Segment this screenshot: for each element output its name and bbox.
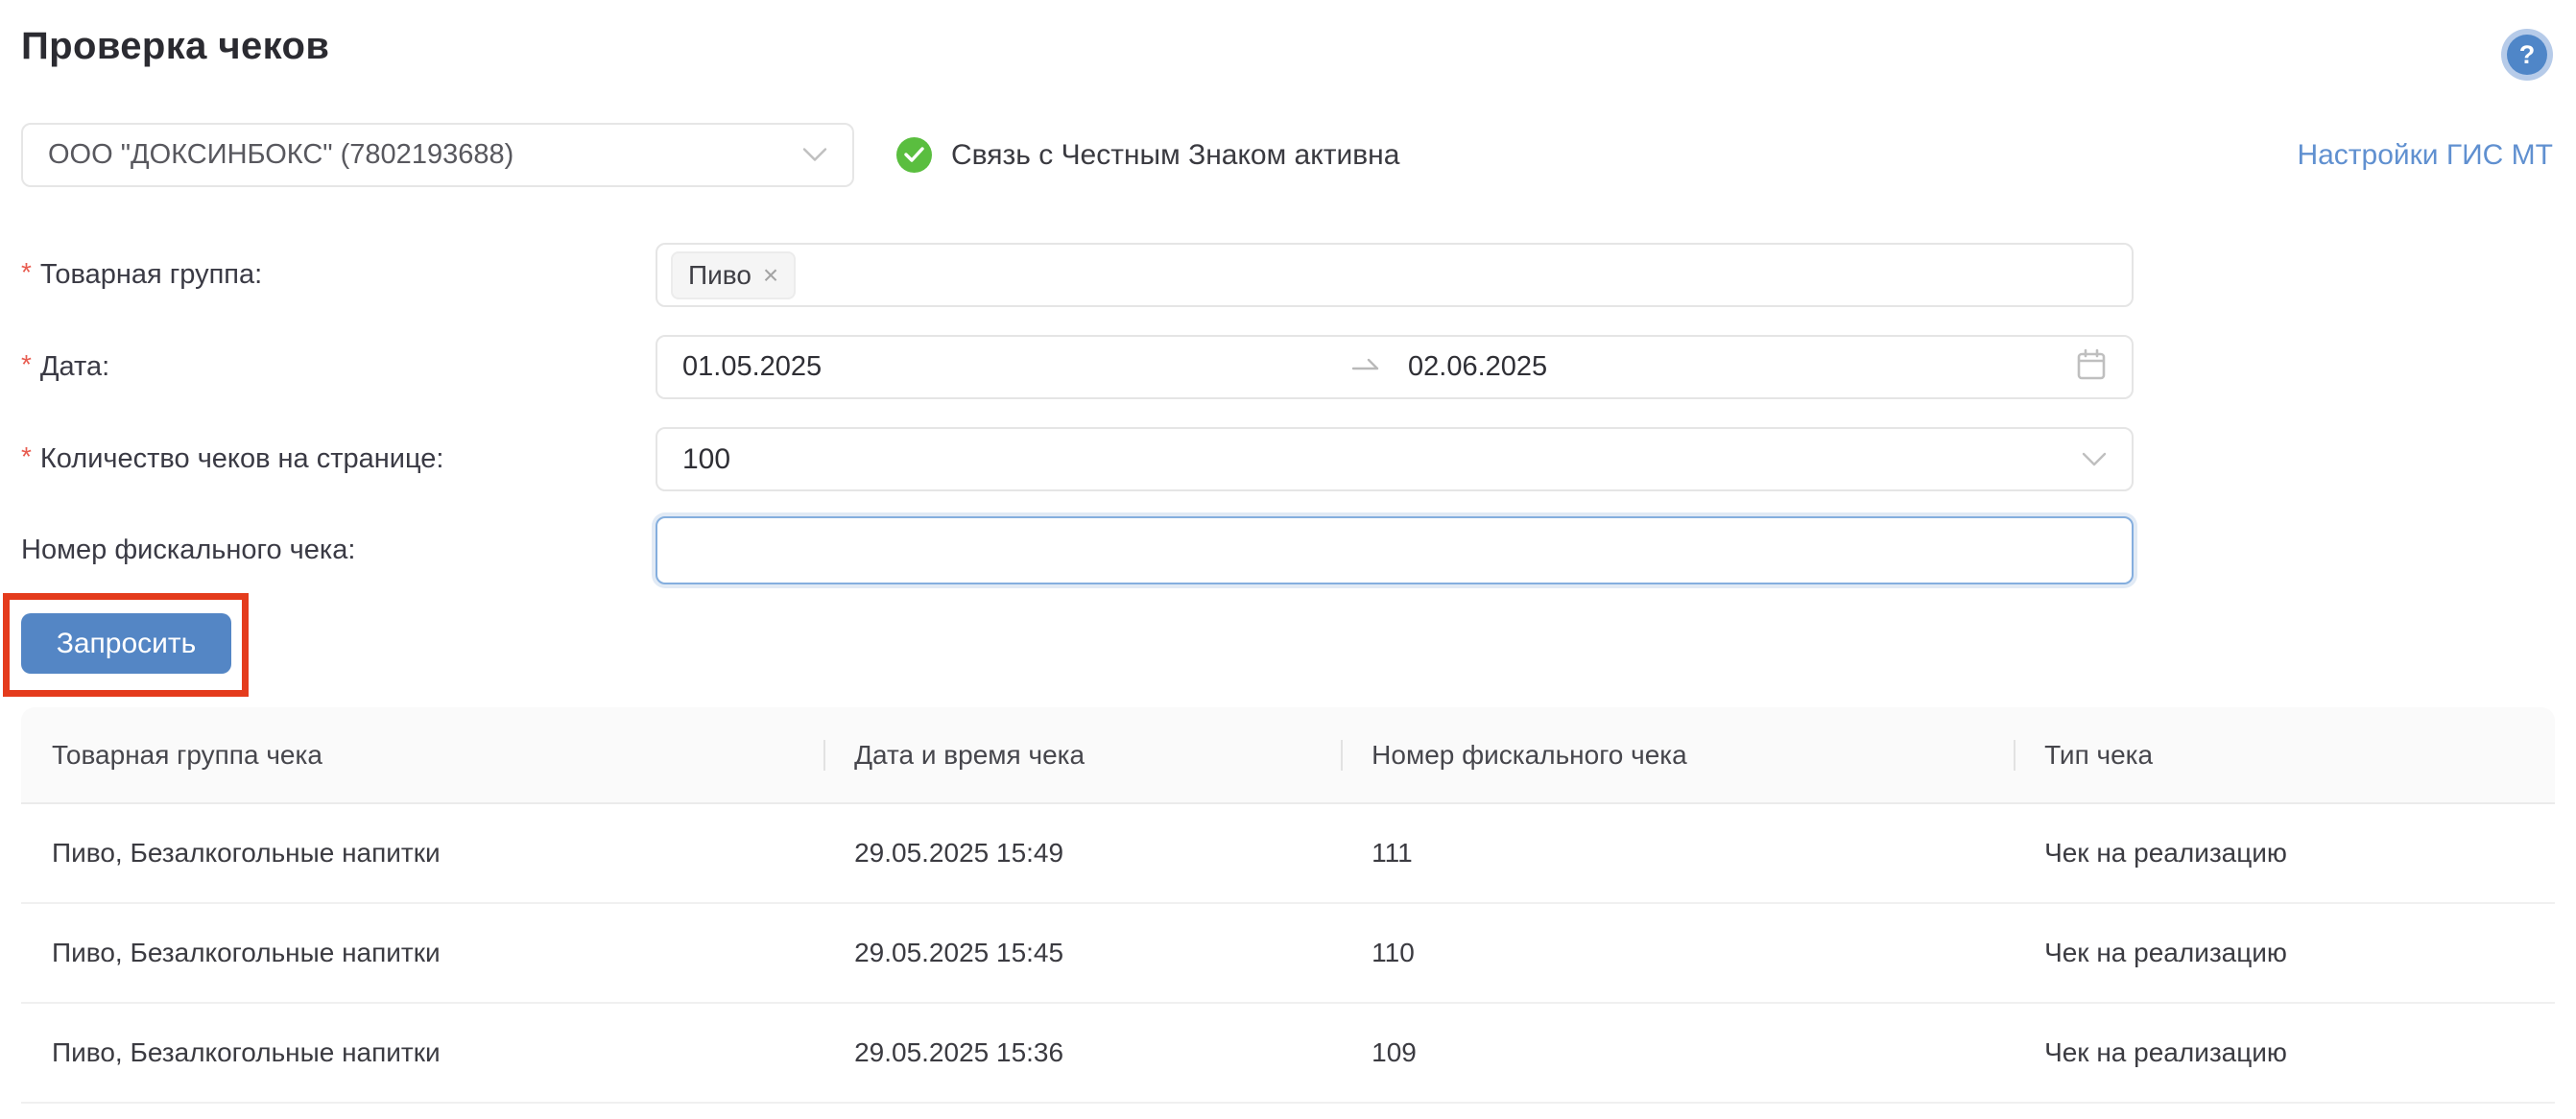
product-group-row: * Товарная группа: Пиво × xyxy=(21,243,2555,307)
page-size-select[interactable]: 100 xyxy=(656,427,2134,491)
fiscal-number-input[interactable] xyxy=(657,518,2132,583)
fiscal-number-field-wrap xyxy=(656,516,2134,584)
date-start-value[interactable]: 01.05.2025 xyxy=(682,351,1350,383)
cell-datetime: 29.05.2025 15:45 xyxy=(823,938,1341,968)
cell-fiscal-number: 109 xyxy=(1341,1037,2014,1068)
calendar-icon xyxy=(2076,348,2107,386)
table-header-row: Товарная группа чека Дата и время чека Н… xyxy=(21,707,2555,804)
table-row[interactable]: Пиво, Безалкогольные напитки 29.05.2025 … xyxy=(21,904,2555,1004)
cell-product-group: Пиво, Безалкогольные напитки xyxy=(21,838,823,869)
product-group-label: * Товарная группа: xyxy=(21,243,262,307)
connection-status-text: Связь с Честным Знаком активна xyxy=(951,139,1399,172)
company-select-value: ООО "ДОКСИНБОКС" (7802193688) xyxy=(48,139,513,171)
cell-product-group: Пиво, Безалкогольные напитки xyxy=(21,938,823,968)
cell-fiscal-number: 110 xyxy=(1341,938,2014,968)
required-mark: * xyxy=(21,441,32,472)
table-row[interactable]: Пиво, Безалкогольные напитки 29.05.2025 … xyxy=(21,804,2555,904)
cell-type: Чек на реализацию xyxy=(2014,938,2555,968)
page-title: Проверка чеков xyxy=(21,25,329,68)
receipts-table: Товарная группа чека Дата и время чека Н… xyxy=(21,707,2555,1104)
required-mark: * xyxy=(21,257,32,288)
date-range-field[interactable]: 01.05.2025 02.06.2025 xyxy=(656,335,2134,399)
page-size-row: * Количество чеков на странице: 100 xyxy=(21,427,2555,491)
table-row[interactable]: Пиво, Безалкогольные напитки 29.05.2025 … xyxy=(21,1004,2555,1104)
help-button[interactable]: ? xyxy=(2501,29,2553,81)
cell-type: Чек на реализацию xyxy=(2014,838,2555,869)
fiscal-number-row: Номер фискального чека: xyxy=(21,516,2555,584)
question-mark-icon: ? xyxy=(2507,35,2547,75)
column-header-datetime: Дата и время чека xyxy=(823,740,1341,771)
product-group-tag: Пиво × xyxy=(671,251,796,299)
cell-type: Чек на реализацию xyxy=(2014,1037,2555,1068)
chevron-down-icon xyxy=(802,139,827,171)
column-header-fiscal-number: Номер фискального чека xyxy=(1341,740,2014,771)
cell-datetime: 29.05.2025 15:49 xyxy=(823,838,1341,869)
request-button[interactable]: Запросить xyxy=(21,613,231,674)
product-group-tag-label: Пиво xyxy=(688,260,751,291)
arrow-right-icon xyxy=(1350,354,1381,380)
cell-product-group: Пиво, Безалкогольные напитки xyxy=(21,1037,823,1068)
chevron-down-icon xyxy=(2082,443,2107,476)
column-header-type: Тип чека xyxy=(2014,740,2555,771)
receipt-check-page: Проверка чеков ? ООО "ДОКСИНБОКС" (78021… xyxy=(0,0,2576,1119)
page-size-label: * Количество чеков на странице: xyxy=(21,427,443,491)
check-circle-icon xyxy=(896,137,932,173)
company-select[interactable]: ООО "ДОКСИНБОКС" (7802193688) xyxy=(21,123,854,187)
column-header-product-group: Товарная группа чека xyxy=(21,740,823,771)
connection-status: Связь с Честным Знаком активна xyxy=(896,123,1399,187)
date-end-value[interactable]: 02.06.2025 xyxy=(1381,351,2076,383)
page-size-value: 100 xyxy=(682,443,730,476)
remove-tag-icon[interactable]: × xyxy=(763,262,778,289)
fiscal-number-label: Номер фискального чека: xyxy=(21,516,355,584)
date-row: * Дата: 01.05.2025 02.06.2025 xyxy=(21,335,2555,399)
date-label: * Дата: xyxy=(21,335,109,399)
cell-datetime: 29.05.2025 15:36 xyxy=(823,1037,1341,1068)
cell-fiscal-number: 111 xyxy=(1341,838,2014,869)
required-mark: * xyxy=(21,349,32,380)
gis-mt-settings-link[interactable]: Настройки ГИС МТ xyxy=(2297,123,2553,187)
product-group-field[interactable]: Пиво × xyxy=(656,243,2134,307)
